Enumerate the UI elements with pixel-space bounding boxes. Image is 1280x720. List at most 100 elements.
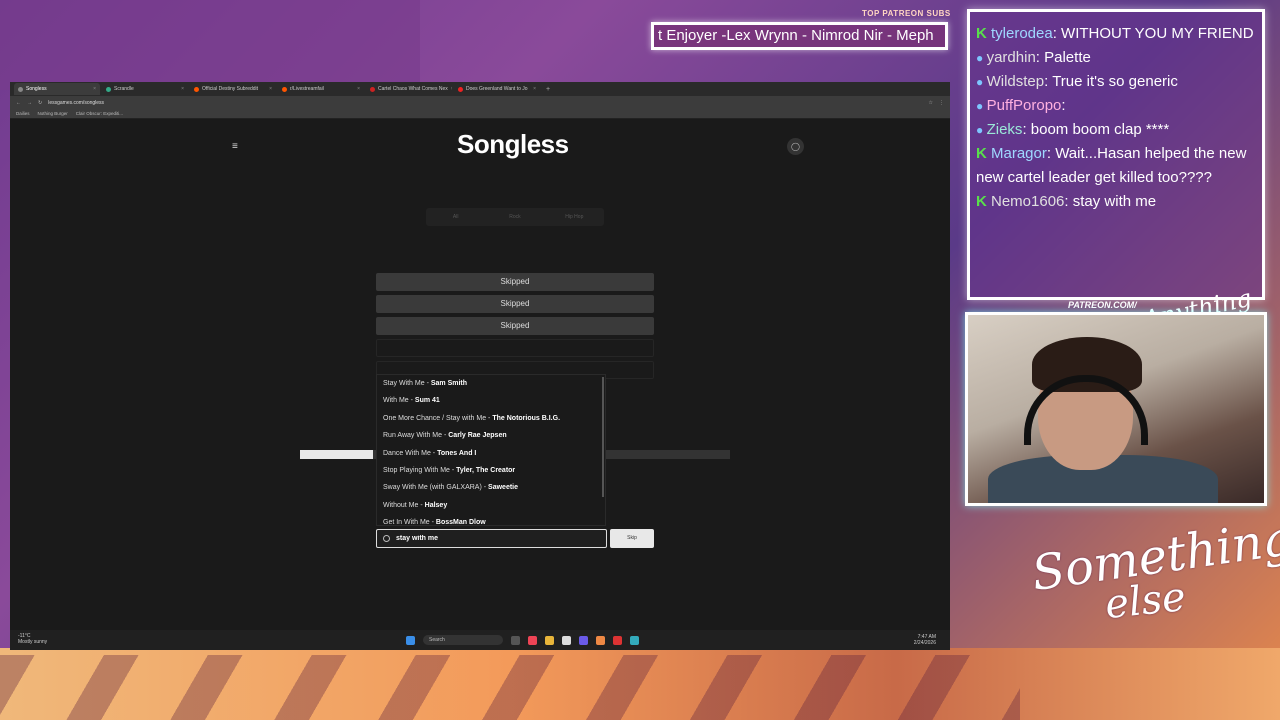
tab-scrandle[interactable]: Scrandle ×: [102, 83, 188, 95]
chat-text: : boom boom clap ****: [1022, 121, 1170, 138]
bookmark-clair-obscur[interactable]: Clair Obscur: Expediti...: [76, 111, 123, 116]
close-tab-icon[interactable]: ×: [181, 86, 184, 92]
search-icon: [383, 535, 390, 542]
platform-badge-icon: ●: [976, 51, 987, 65]
suggestion-item[interactable]: Dance With Me - Tones And I: [377, 445, 605, 462]
guess-slot-2: Skipped: [376, 295, 654, 313]
chat-username[interactable]: Nemo1606: [991, 193, 1064, 210]
suggestion-title: Without Me: [383, 501, 419, 509]
suggestion-artist: Saweetie: [488, 484, 519, 492]
system-clock[interactable]: 7:47 AM 2/24/2026: [914, 634, 936, 646]
close-tab-icon[interactable]: ×: [451, 86, 452, 92]
weather-desc: Mostly sunny: [18, 639, 48, 645]
app-icon[interactable]: [613, 635, 622, 645]
suggestion-item[interactable]: Sway With Me (with GALXARA) - Saweetie: [377, 479, 605, 496]
bookmark-nothing-burger[interactable]: Nothing Burger: [38, 111, 68, 116]
suggestion-item[interactable]: Get In With Me - BossMan Dlow: [377, 514, 605, 525]
suggestion-title: One More Chance / Stay with Me: [383, 414, 487, 422]
songless-page: ≡ Songless ◯ All Rock Hip Hop Skipped Sk…: [10, 119, 950, 630]
reddit-favicon-icon: [282, 86, 287, 92]
suggestion-artist: Sam Smith: [430, 380, 468, 387]
close-tab-icon[interactable]: ×: [357, 86, 360, 92]
chat-text: : stay with me: [1064, 193, 1157, 210]
tab-greenland[interactable]: Does Greenland Want to Jo ×: [454, 83, 540, 95]
tab-destiny-subreddit[interactable]: Official Destiny Subreddit ×: [190, 83, 276, 95]
close-tab-icon[interactable]: ×: [533, 86, 536, 92]
patreon-url: PATREON.COM/: [1068, 300, 1137, 310]
chat-message: K Maragor: Wait...Hasan helped the new n…: [976, 142, 1256, 190]
tab-hip-hop[interactable]: Hip Hop: [545, 214, 604, 220]
chat-message: ● Zieks: boom boom clap ****: [976, 118, 1256, 142]
platform-badge-icon: ●: [976, 99, 987, 113]
bookmarks-bar: Dailies Nothing Burger Clair Obscur: Exp…: [10, 109, 950, 119]
suggestion-item[interactable]: Without Me - Halsey: [377, 497, 605, 514]
suggestion-item[interactable]: Run Away With Me - Carly Rae Jepsen: [377, 427, 605, 444]
suggestion-title: Stay With Me: [383, 380, 425, 387]
suggestion-item[interactable]: Stay With Me - Sam Smith: [377, 375, 605, 392]
new-tab-button[interactable]: +: [542, 86, 554, 93]
task-view-icon[interactable]: [511, 635, 520, 645]
extensions-icon[interactable]: ⋮: [939, 100, 944, 106]
platform-badge-icon: ●: [976, 75, 987, 89]
dropdown-scrollbar[interactable]: [602, 377, 604, 497]
page-title: Songless: [457, 129, 569, 159]
reload-icon[interactable]: ↻: [38, 100, 42, 106]
browser-window: Songless × Scrandle × Official Destiny Sub…: [10, 82, 950, 650]
profile-icon[interactable]: ◯: [787, 138, 804, 155]
bookmark-dailies[interactable]: Dailies: [16, 111, 30, 116]
chat-text: :: [1061, 97, 1066, 114]
chat-message: ● PuffPoropo:: [976, 94, 1256, 118]
brand-line-2: else: [1102, 573, 1188, 629]
chat-username[interactable]: yardhin: [987, 49, 1036, 66]
browser-app-icon[interactable]: [528, 635, 537, 645]
file-explorer-icon[interactable]: [545, 635, 554, 645]
app-icon[interactable]: [630, 635, 639, 645]
kick-badge-icon: K: [976, 193, 991, 210]
suggestion-title: Dance With Me: [383, 449, 431, 457]
songless-favicon-icon: [18, 86, 23, 92]
bookmark-star-icon[interactable]: ☆: [929, 100, 933, 106]
forward-icon[interactable]: →: [27, 100, 32, 106]
app-icon[interactable]: [596, 635, 605, 645]
back-icon[interactable]: ←: [16, 100, 21, 106]
close-tab-icon[interactable]: ×: [93, 86, 96, 92]
taskbar-search[interactable]: Search: [423, 635, 503, 645]
chat-username[interactable]: PuffPoropo: [987, 97, 1062, 114]
tab-all[interactable]: All: [426, 214, 485, 220]
weather-widget[interactable]: -11°C Mostly sunny: [18, 633, 47, 645]
hamburger-icon[interactable]: ≡: [232, 141, 238, 152]
tab-cartel-chaos[interactable]: Cartel Chaos What Comes Nex×: [366, 83, 452, 95]
chat-panel: K tylerodea: WITHOUT YOU MY FRIEND ● yard…: [967, 9, 1265, 300]
chat-username[interactable]: tylerodea: [991, 25, 1053, 42]
chat-message: K Nemo1606: stay with me: [976, 190, 1256, 214]
suggestion-item[interactable]: Stop Playing With Me - Tyler, The Creato…: [377, 462, 605, 479]
tab-label: Official Destiny Subreddit: [202, 86, 259, 92]
chat-message: ● Wildstep: True it's so generic: [976, 70, 1256, 94]
url-field[interactable]: lessgames.com/songless: [48, 100, 104, 106]
search-input[interactable]: [396, 535, 596, 542]
app-icon[interactable]: [562, 635, 571, 645]
chat-username[interactable]: Zieks: [987, 121, 1023, 138]
suggestion-item[interactable]: One More Chance / Stay with Me - The Not…: [377, 410, 605, 427]
chat-text: : True it's so generic: [1044, 73, 1178, 90]
tab-livestreamfail[interactable]: r/Livestreamfail ×: [278, 83, 364, 95]
guess-slot-1: Skipped: [376, 273, 654, 291]
chat-username[interactable]: Maragor: [991, 145, 1047, 162]
suggestion-title: Sway With Me (with GALXARA): [383, 484, 482, 492]
suggestion-title: Stop Playing With Me: [383, 466, 450, 474]
windows-start-icon[interactable]: [406, 635, 415, 645]
skip-button[interactable]: Skip: [610, 529, 654, 548]
close-tab-icon[interactable]: ×: [269, 86, 272, 92]
chat-message: ● yardhin: Palette: [976, 46, 1256, 70]
discord-icon[interactable]: [579, 635, 588, 645]
webcam-feed: [965, 312, 1267, 506]
chat-username[interactable]: Wildstep: [987, 73, 1045, 90]
suggestion-item[interactable]: With Me - Sum 41: [377, 392, 605, 409]
suggestion-artist: Tones And I: [437, 449, 477, 457]
song-search-box[interactable]: [376, 529, 607, 548]
tab-label: Songless: [26, 86, 47, 92]
tab-songless[interactable]: Songless ×: [14, 83, 100, 95]
tab-rock[interactable]: Rock: [485, 214, 544, 220]
patreon-subs-label: TOP PATREON SUBS: [862, 9, 951, 18]
scrandle-favicon-icon: [106, 86, 111, 92]
